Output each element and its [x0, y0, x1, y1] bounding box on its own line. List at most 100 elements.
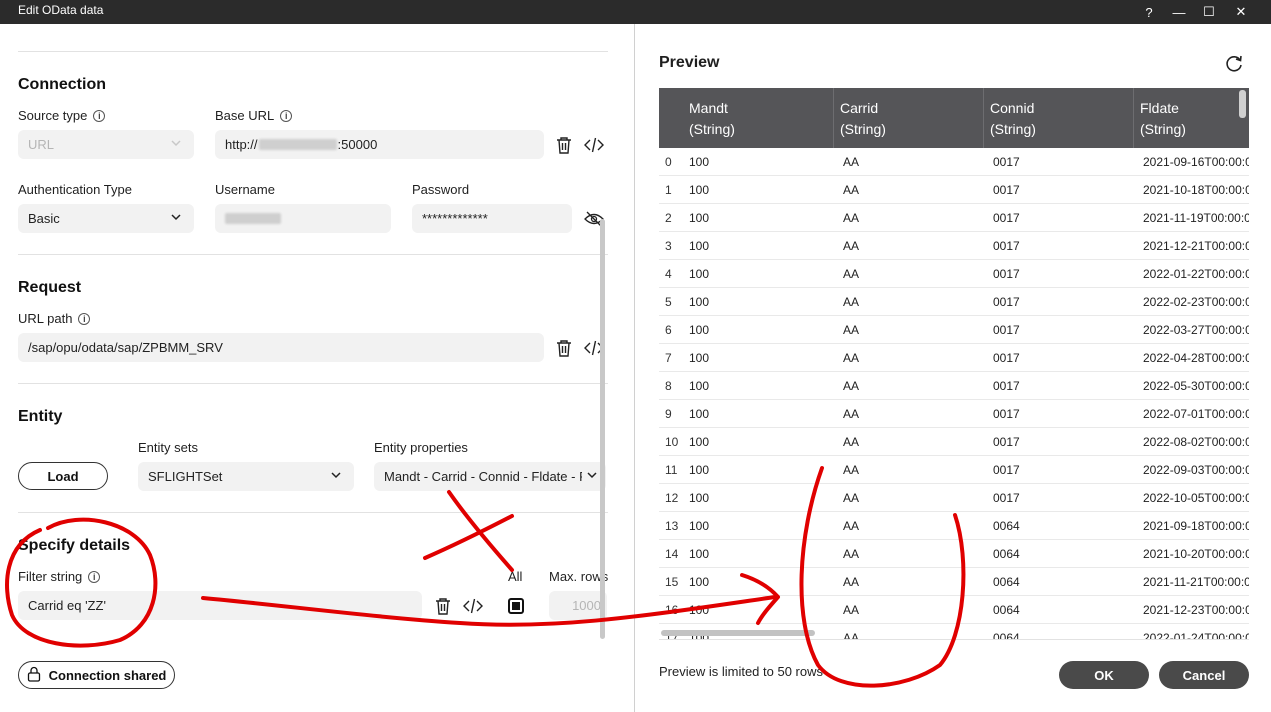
info-icon[interactable]: i [280, 109, 293, 122]
column-header-connid[interactable]: Connid (String) [983, 88, 1133, 148]
table-cell: 2021-12-23T00:00:0 [1143, 603, 1249, 617]
table-cell: 100 [689, 211, 710, 225]
filter-string-input[interactable]: Carrid eq 'ZZ' [18, 591, 422, 620]
table-row[interactable]: 6 100 AA 0017 2022-03-27T00:00:0 [659, 316, 1249, 344]
source-type-select[interactable]: URL [18, 130, 194, 159]
table-row[interactable]: 1 100 AA 0017 2021-10-18T00:00:0 [659, 176, 1249, 204]
table-cell: 0064 [993, 519, 1020, 533]
table-horizontal-scrollbar[interactable] [661, 630, 815, 636]
info-icon[interactable]: i [93, 109, 106, 122]
table-row[interactable]: 7 100 AA 0017 2022-04-28T00:00:0 [659, 344, 1249, 372]
table-row[interactable]: 5 100 AA 0017 2022-02-23T00:00:0 [659, 288, 1249, 316]
table-cell: 2022-03-27T00:00:0 [1143, 323, 1249, 337]
table-cell: 100 [689, 407, 710, 421]
row-index: 12 [665, 491, 679, 505]
column-header-mandt[interactable]: Mandt (String) [683, 88, 833, 148]
cancel-button[interactable]: Cancel [1159, 661, 1249, 689]
table-cell: 0017 [993, 379, 1020, 393]
all-checkbox[interactable] [508, 598, 524, 614]
username-input[interactable] [215, 204, 391, 233]
table-cell: 0017 [993, 267, 1020, 281]
table-cell: 2022-01-24T00:00:0 [1143, 631, 1249, 640]
table-cell: 0017 [993, 463, 1020, 477]
divider [18, 512, 608, 513]
base-url-input[interactable]: http:// :50000 [215, 130, 544, 159]
info-icon[interactable]: i [88, 570, 101, 583]
table-row[interactable]: 12 100 AA 0017 2022-10-05T00:00:0 [659, 484, 1249, 512]
entity-sets-select[interactable]: SFLIGHTSet [138, 462, 354, 491]
table-cell: 0064 [993, 547, 1020, 561]
preview-panel: Preview Mandt (String) Carrid (String) C… [634, 24, 1271, 712]
table-row[interactable]: 3 100 AA 0017 2021-12-21T00:00:0 [659, 232, 1249, 260]
table-row[interactable]: 15 100 AA 0064 2021-11-21T00:00:0 [659, 568, 1249, 596]
entity-properties-select[interactable]: Mandt - Carrid - Connid - Fldate - P [374, 462, 606, 491]
specify-details-heading: Specify details [18, 537, 131, 554]
redacted-username [225, 213, 281, 224]
table-cell: 100 [689, 183, 710, 197]
table-row[interactable]: 2 100 AA 0017 2021-11-19T00:00:0 [659, 204, 1249, 232]
auth-type-select[interactable]: Basic [18, 204, 194, 233]
help-icon[interactable]: ? [1134, 0, 1164, 24]
table-row[interactable]: 9 100 AA 0017 2022-07-01T00:00:0 [659, 400, 1249, 428]
index-column-header [659, 88, 683, 148]
url-path-input[interactable]: /sap/opu/odata/sap/ZPBMM_SRV [18, 333, 544, 362]
table-row[interactable]: 16 100 AA 0064 2021-12-23T00:00:0 [659, 596, 1249, 624]
max-rows-input[interactable]: 1000 [549, 591, 607, 620]
table-row[interactable]: 8 100 AA 0017 2022-05-30T00:00:0 [659, 372, 1249, 400]
row-index: 4 [665, 267, 672, 281]
table-cell: 100 [689, 603, 710, 617]
table-row[interactable]: 14 100 AA 0064 2021-10-20T00:00:0 [659, 540, 1249, 568]
info-icon[interactable]: i [78, 312, 91, 325]
trash-icon[interactable] [553, 134, 575, 156]
table-cell: 100 [689, 379, 710, 393]
column-header-fldate[interactable]: Fldate (String) [1133, 88, 1249, 148]
maximize-icon[interactable]: ☐ [1194, 0, 1224, 24]
table-row[interactable]: 13 100 AA 0064 2021-09-18T00:00:0 [659, 512, 1249, 540]
table-cell: 0017 [993, 211, 1020, 225]
code-icon[interactable] [583, 134, 605, 156]
column-header-carrid[interactable]: Carrid (String) [833, 88, 983, 148]
table-cell: 0064 [993, 575, 1020, 589]
minimize-icon[interactable]: — [1164, 0, 1194, 24]
row-index: 13 [665, 519, 679, 533]
table-cell: 2022-02-23T00:00:0 [1143, 295, 1249, 309]
refresh-icon[interactable] [1224, 54, 1246, 76]
trash-icon[interactable] [432, 595, 454, 617]
password-label: Password [412, 182, 470, 197]
table-cell: 100 [689, 575, 710, 589]
table-row[interactable]: 4 100 AA 0017 2022-01-22T00:00:0 [659, 260, 1249, 288]
code-icon[interactable] [462, 595, 484, 617]
table-cell: 0017 [993, 435, 1020, 449]
table-cell: AA [843, 575, 860, 589]
table-cell: 100 [689, 267, 710, 281]
request-heading: Request [18, 279, 82, 296]
table-vertical-scrollbar[interactable] [1239, 90, 1246, 118]
table-cell: AA [843, 631, 860, 640]
chevron-down-icon [170, 211, 182, 226]
table-row[interactable]: 11 100 AA 0017 2022-09-03T00:00:0 [659, 456, 1249, 484]
table-row[interactable]: 10 100 AA 0017 2022-08-02T00:00:0 [659, 428, 1249, 456]
table-cell: 2022-04-28T00:00:0 [1143, 351, 1249, 365]
row-index: 7 [665, 351, 672, 365]
window-title: Edit OData data [18, 3, 104, 17]
left-scrollbar[interactable] [600, 219, 605, 639]
table-cell: 0017 [993, 183, 1020, 197]
table-cell: AA [843, 351, 860, 365]
table-cell: 2021-09-18T00:00:0 [1143, 519, 1249, 533]
table-cell: AA [843, 407, 860, 421]
close-icon[interactable]: ✕ [1226, 0, 1256, 24]
load-button[interactable]: Load [18, 462, 108, 490]
table-cell: 0017 [993, 155, 1020, 169]
divider [18, 51, 608, 52]
trash-icon[interactable] [553, 337, 575, 359]
divider [18, 254, 608, 255]
row-index: 1 [665, 183, 672, 197]
table-cell: 0017 [993, 351, 1020, 365]
table-cell: AA [843, 267, 860, 281]
table-cell: 2022-07-01T00:00:0 [1143, 407, 1249, 421]
redacted-host [258, 139, 337, 150]
password-input[interactable]: ************* [412, 204, 572, 233]
table-row[interactable]: 0 100 AA 0017 2021-09-16T00:00:0 [659, 148, 1249, 176]
connection-shared-button[interactable]: Connection shared [18, 661, 175, 689]
ok-button[interactable]: OK [1059, 661, 1149, 689]
